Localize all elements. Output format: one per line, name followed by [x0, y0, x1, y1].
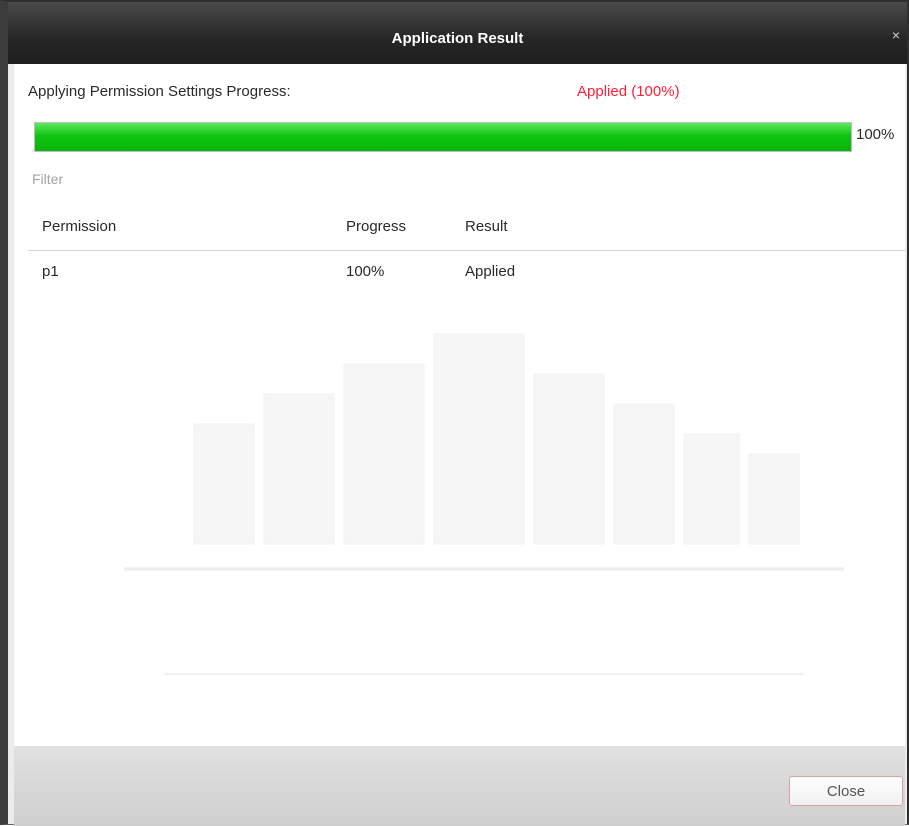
progress-percent: 100%: [856, 126, 895, 143]
cell-progress: 100%: [346, 263, 385, 280]
close-icon[interactable]: ×: [889, 28, 903, 42]
table-header: Permission Progress Result: [28, 204, 905, 251]
close-button[interactable]: Close: [789, 776, 903, 806]
status-text: Applied (100%): [577, 83, 680, 100]
cell-permission: p1: [42, 263, 59, 280]
dialog-title: Application Result: [391, 30, 524, 47]
column-header-permission[interactable]: Permission: [42, 218, 116, 235]
cell-result: Applied: [465, 263, 516, 280]
progress-bar: [34, 122, 852, 152]
column-header-result[interactable]: Result: [465, 218, 508, 235]
dialog-content: Applying Permission Settings Progress: A…: [14, 64, 905, 746]
progress-label: Applying Permission Settings Progress:: [28, 83, 291, 100]
progress-bar-fill: [35, 123, 851, 151]
column-header-progress[interactable]: Progress: [346, 218, 406, 235]
table-row[interactable]: p1 100% Applied: [28, 254, 905, 294]
application-result-dialog: Application Result × Applying Permission…: [0, 0, 909, 826]
filter-input[interactable]: [30, 159, 905, 199]
title-bar[interactable]: Application Result ×: [8, 2, 907, 64]
dialog-footer: Close: [14, 746, 905, 826]
